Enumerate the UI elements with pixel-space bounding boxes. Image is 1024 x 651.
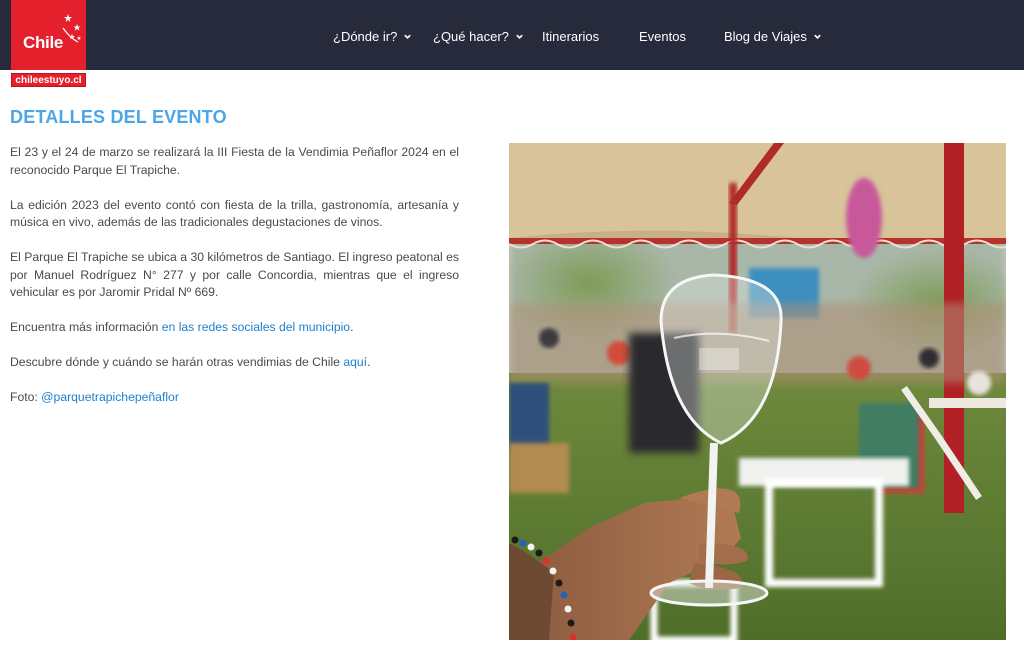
nav-item-blog-de-viajes[interactable]: Blog de Viajes bbox=[724, 29, 822, 44]
logo-tagline[interactable]: chileestuyo.cl bbox=[11, 73, 86, 87]
chevron-down-icon bbox=[404, 34, 412, 39]
star-icon bbox=[62, 14, 82, 43]
nav-item-label: ¿Dónde ir? bbox=[333, 29, 398, 44]
wine-glass-photo-illustration bbox=[509, 143, 1006, 640]
chile-logo[interactable]: Chile bbox=[11, 0, 86, 70]
nav-item-label: Itinerarios bbox=[542, 29, 600, 44]
paragraph-more-info: Encuentra más información en las redes s… bbox=[10, 319, 459, 337]
section-title: DETALLES DEL EVENTO bbox=[10, 107, 227, 127]
nav-item-donde-ir[interactable]: ¿Dónde ir? bbox=[333, 29, 412, 44]
paragraph-dates: El 23 y el 24 de marzo se realizará la I… bbox=[10, 145, 459, 177]
logo-text: Chile bbox=[23, 33, 64, 52]
paragraph-2023-edition: La edición 2023 del evento contó con fie… bbox=[10, 197, 459, 230]
social-media-link[interactable]: en las redes sociales del municipio bbox=[162, 320, 350, 334]
paragraph-other-vendimias: Descubre dónde y cuándo se harán otras v… bbox=[10, 354, 459, 372]
nav-item-label: ¿Qué hacer? bbox=[433, 29, 509, 44]
photo-credit-link[interactable]: @parquetrapichepeñaflor bbox=[41, 390, 179, 404]
chevron-down-icon bbox=[516, 34, 523, 39]
chevron-down-icon bbox=[814, 34, 821, 39]
photo-credit: Foto: @parquetrapichepeñaflor bbox=[10, 389, 459, 407]
event-photo bbox=[509, 143, 1006, 640]
photo-credit-label: Foto: bbox=[10, 390, 42, 404]
nav-item-label: Blog de Viajes bbox=[724, 29, 807, 44]
period: . bbox=[350, 320, 354, 334]
nav-item-que-hacer[interactable]: ¿Qué hacer? bbox=[433, 29, 524, 44]
more-info-text: Encuentra más información bbox=[10, 320, 162, 334]
nav-item-eventos[interactable]: Eventos bbox=[639, 29, 686, 44]
top-navigation-bar: Chile chileestuyo.cl ¿Dónde ir? ¿Qué hac… bbox=[0, 0, 1024, 87]
nav-item-label: Eventos bbox=[639, 29, 686, 44]
event-details-text: El 23 y el 24 de marzo se realizará la I… bbox=[10, 144, 459, 424]
paragraph-location: El Parque El Trapiche se ubica a 30 kiló… bbox=[10, 250, 459, 299]
nav-item-itinerarios[interactable]: Itinerarios bbox=[542, 29, 599, 44]
here-link[interactable]: aquí bbox=[343, 355, 367, 369]
other-vendimias-text: Descubre dónde y cuándo se harán otras v… bbox=[10, 355, 344, 369]
period: . bbox=[367, 355, 371, 369]
